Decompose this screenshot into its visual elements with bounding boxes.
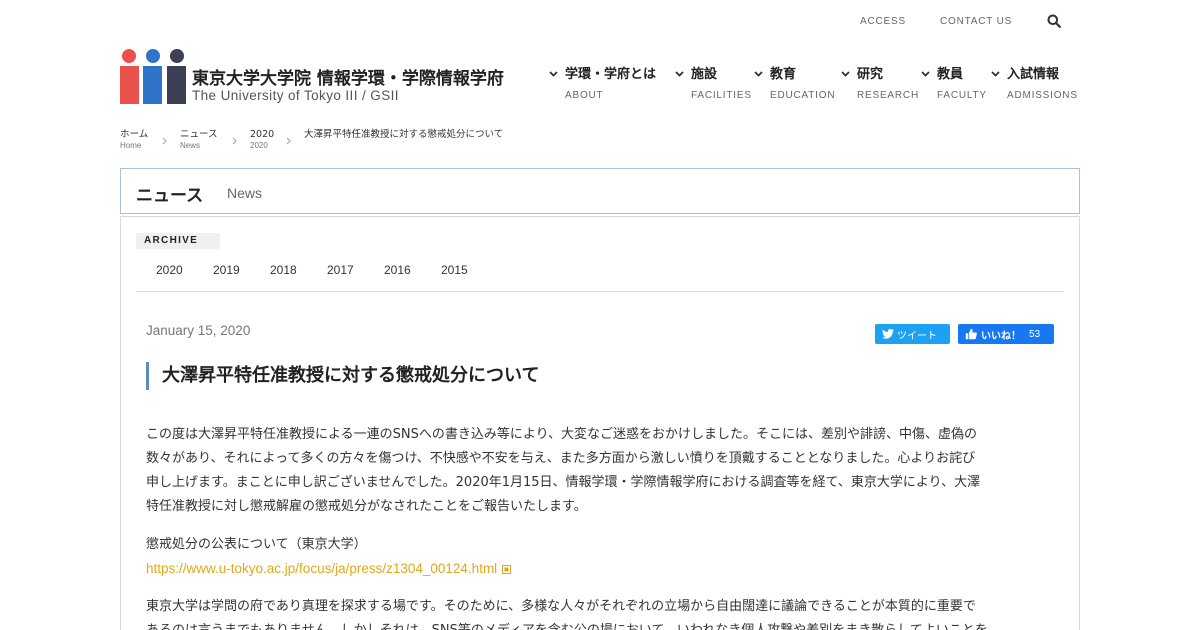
- search-icon[interactable]: [1047, 14, 1061, 28]
- article-container: ARCHIVE 2020 2019 2018 2017 2016 2015 Ja…: [120, 216, 1080, 630]
- like-button[interactable]: いいね！ 53: [958, 324, 1054, 344]
- external-link-icon[interactable]: [502, 565, 512, 574]
- tweet-button[interactable]: ツイート: [875, 324, 950, 344]
- breadcrumb-sublabel: 2020: [250, 141, 268, 150]
- chevron-down-icon: [921, 71, 930, 77]
- breadcrumb-label: ホーム: [120, 129, 149, 140]
- archive-year-link[interactable]: 2016: [384, 263, 411, 277]
- site-subtitle: The University of Tokyo III / GSII: [192, 88, 399, 103]
- nav-item-research[interactable]: 研究 RESEARCH: [841, 66, 919, 101]
- chevron-down-icon: [841, 71, 850, 77]
- post-title: 大澤昇平特任准教授に対する懲戒処分について: [146, 362, 539, 390]
- nav-item-about[interactable]: 学環・学府とは ABOUT: [549, 66, 657, 101]
- breadcrumb-sublabel: Home: [120, 141, 142, 150]
- logo-bar-red: [120, 66, 139, 104]
- access-link[interactable]: ACCESS: [860, 16, 940, 27]
- paragraph-line: あるのは言うまでもありません。しかしそれは、SNS等のメディアを含む公の場におい…: [146, 619, 1056, 630]
- section-header: ニュース News: [120, 168, 1080, 214]
- announcement-label: 懲戒処分の公表について（東京大学）: [146, 537, 367, 552]
- nav-label: 教育: [770, 67, 797, 82]
- breadcrumb-current: 大澤昇平特任准教授に対する懲戒処分について: [304, 129, 503, 141]
- nav-item-admissions[interactable]: 入試情報 ADMISSIONS: [991, 66, 1078, 101]
- nav-sublabel: FACILITIES: [691, 90, 752, 101]
- chevron-down-icon: [991, 71, 1000, 77]
- archive-year-link[interactable]: 2017: [327, 263, 354, 277]
- nav-sublabel: FACULTY: [937, 90, 987, 101]
- chevron-down-icon: [549, 71, 558, 77]
- archive-year-link[interactable]: 2020: [156, 263, 183, 277]
- top-utility-links: ACCESS CONTACT US: [860, 14, 1061, 28]
- divider: [136, 291, 1064, 292]
- chevron-right-icon: [232, 137, 237, 145]
- nav-item-faculty[interactable]: 教員 FACULTY: [921, 66, 987, 101]
- logo-bar-blue: [143, 66, 162, 104]
- announcement-block: 懲戒処分の公表について（東京大学） https://www.u-tokyo.ac…: [146, 533, 1056, 582]
- logo-dot-red: [122, 49, 136, 63]
- like-label: いいね！: [981, 330, 1021, 342]
- chevron-right-icon: [162, 137, 167, 145]
- nav-item-education[interactable]: 教育 EDUCATION: [754, 66, 836, 101]
- nav-item-facilities[interactable]: 施設 FACILITIES: [675, 66, 752, 101]
- breadcrumb-label: 大澤昇平特任准教授に対する懲戒処分について: [304, 129, 504, 140]
- breadcrumb-label: 2020: [250, 129, 275, 140]
- nav-sublabel: ABOUT: [565, 90, 604, 101]
- tweet-label: ツイート: [897, 330, 937, 342]
- nav-sublabel: RESEARCH: [857, 90, 919, 101]
- nav-sublabel: EDUCATION: [770, 90, 836, 101]
- post-paragraph: この度は大澤昇平特任准教授による一連のSNSへの書き込み等により、大変なご迷惑を…: [146, 423, 1056, 519]
- site-title[interactable]: 東京大学大学院 情報学環・学際情報学府: [192, 64, 504, 89]
- chevron-down-icon: [675, 71, 684, 77]
- twitter-icon: [882, 329, 894, 339]
- logo-dot-blue: [146, 49, 160, 63]
- logo-bar-dark: [167, 66, 186, 104]
- paragraph-line: 申し上げます。まことに申し訳ございませんでした。2020年1月15日、情報学環・…: [146, 475, 981, 490]
- nav-label: 入試情報: [1007, 67, 1060, 82]
- archive-year-link[interactable]: 2015: [441, 263, 468, 277]
- nav-sublabel: ADMISSIONS: [1007, 90, 1078, 101]
- paragraph-line: この度は大澤昇平特任准教授による一連のSNSへの書き込み等により、大変なご迷惑を…: [146, 427, 978, 442]
- breadcrumb-year[interactable]: 2020 2020: [250, 129, 274, 151]
- breadcrumb-label: ニュース: [180, 129, 218, 140]
- like-count: 53: [1029, 328, 1041, 340]
- nav-label: 教員: [937, 67, 964, 82]
- section-title: ニュース: [136, 186, 204, 206]
- archive-label: ARCHIVE: [136, 233, 220, 249]
- breadcrumb-home[interactable]: ホーム Home: [120, 129, 148, 151]
- paragraph-line: 特任准教授に対し懲戒解雇の懲戒処分がなされたことをご報告いたします。: [146, 499, 587, 514]
- archive-year-link[interactable]: 2018: [270, 263, 297, 277]
- section-subtitle: News: [227, 185, 263, 201]
- nav-label: 研究: [857, 67, 884, 82]
- archive-year-link[interactable]: 2019: [213, 263, 240, 277]
- paragraph-line: 東京大学は学問の府であり真理を探求する場です。そのために、多様な人々がそれぞれの…: [146, 599, 976, 614]
- contact-us-link[interactable]: CONTACT US: [940, 16, 1047, 27]
- chevron-down-icon: [754, 71, 763, 77]
- site-logo[interactable]: [120, 48, 186, 104]
- post-paragraph: 東京大学は学問の府であり真理を探求する場です。そのために、多様な人々がそれぞれの…: [146, 595, 1056, 630]
- paragraph-line: 数々があり、それによって多くの方々を傷つけ、不快感や不安を与え、また多方面から激…: [146, 451, 976, 466]
- nav-label: 学環・学府とは: [565, 67, 657, 82]
- announcement-link[interactable]: https://www.u-tokyo.ac.jp/focus/ja/press…: [146, 561, 497, 576]
- breadcrumb-news[interactable]: ニュース News: [180, 129, 218, 151]
- breadcrumb-sublabel: News: [180, 141, 201, 150]
- post-date: January 15, 2020: [146, 323, 251, 338]
- chevron-right-icon: [286, 137, 291, 145]
- logo-dot-dark: [170, 49, 184, 63]
- thumbs-up-icon: [965, 328, 977, 340]
- nav-label: 施設: [691, 67, 718, 82]
